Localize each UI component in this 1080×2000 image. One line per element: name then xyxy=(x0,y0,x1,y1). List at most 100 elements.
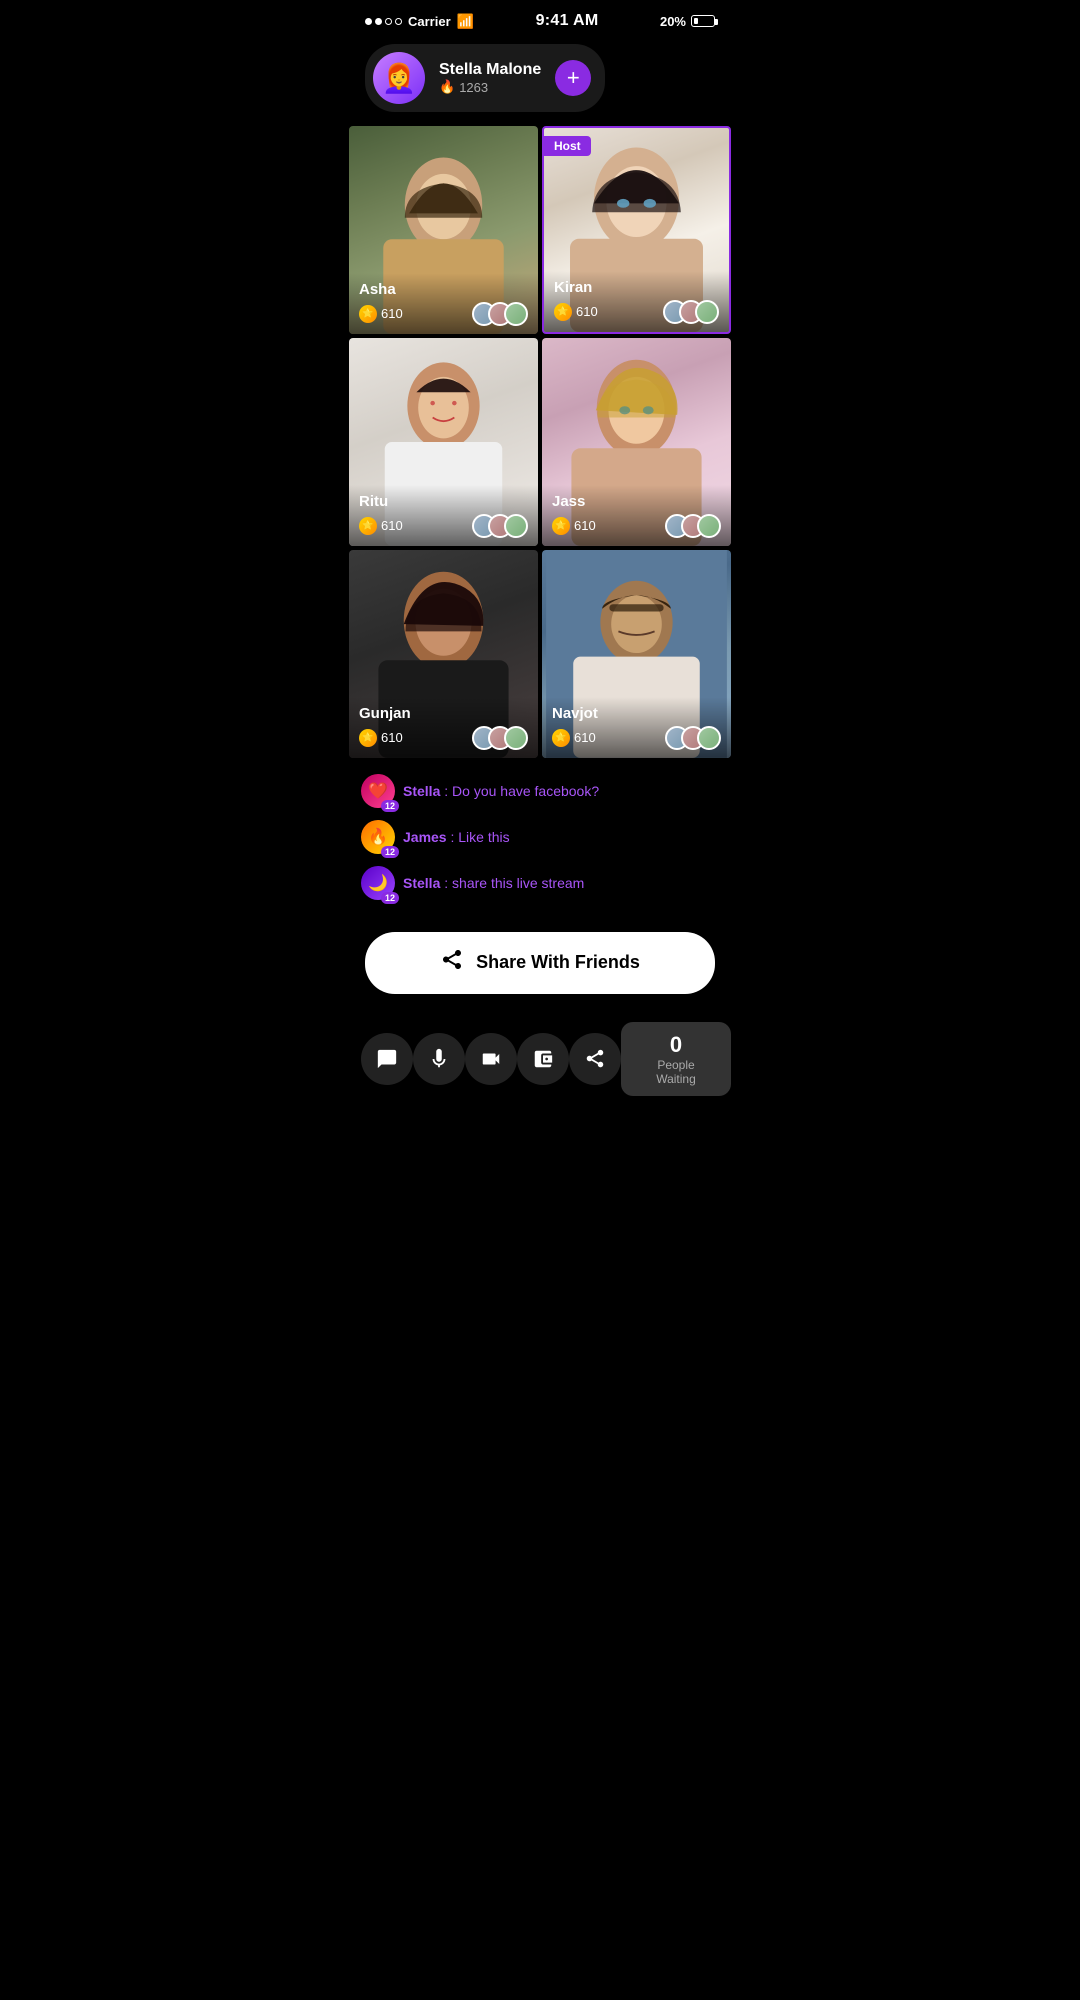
chat-message-text-1: Do you have facebook? xyxy=(452,783,599,799)
host-badge: Host xyxy=(544,136,591,156)
chat-username-2: James xyxy=(403,829,447,845)
chat-text-3: Stella : share this live stream xyxy=(403,875,584,891)
chat-avatar-wrap-3: 🌙 12 xyxy=(361,866,395,900)
chat-icon xyxy=(376,1048,398,1070)
cell-coins-asha: ⭐ 610 xyxy=(359,305,403,323)
mini-avatar-n3 xyxy=(697,726,721,750)
cell-name-asha: Asha xyxy=(359,281,528,298)
battery-percent: 20% xyxy=(660,14,686,29)
mic-nav-button[interactable] xyxy=(413,1033,465,1085)
cell-overlay-jass: Jass ⭐ 610 xyxy=(542,485,731,546)
cell-coins-ritu: ⭐ 610 xyxy=(359,517,403,535)
share-nav-circle xyxy=(569,1033,621,1085)
coin-value-gunjan: 610 xyxy=(381,730,403,745)
mic-nav-circle xyxy=(413,1033,465,1085)
cell-overlay-gunjan: Gunjan ⭐ 610 xyxy=(349,697,538,758)
cell-avatars-asha xyxy=(472,302,528,326)
chat-message-text-2: Like this xyxy=(458,829,509,845)
cell-bottom-asha: ⭐ 610 xyxy=(359,302,528,326)
mini-avatar-g3 xyxy=(504,726,528,750)
chat-username-1: Stella xyxy=(403,783,440,799)
coin-icon-ritu: ⭐ xyxy=(359,517,377,535)
video-cell-ritu[interactable]: Ritu ⭐ 610 xyxy=(349,338,538,546)
wifi-icon: 📶 xyxy=(457,13,474,30)
share-nav-icon xyxy=(584,1048,606,1070)
battery-fill xyxy=(694,18,698,24)
chat-message-1: ❤️ 12 Stella : Do you have facebook? xyxy=(361,774,719,808)
cell-avatars-ritu xyxy=(472,514,528,538)
chat-separator-3: : xyxy=(444,875,452,891)
video-cell-asha[interactable]: Asha ⭐ 610 xyxy=(349,126,538,334)
coin-value-navjot: 610 xyxy=(574,730,596,745)
share-with-friends-button[interactable]: Share With Friends xyxy=(365,932,715,994)
people-waiting-panel: 0 People Waiting xyxy=(621,1022,731,1096)
user-score: 🔥 1263 xyxy=(439,79,541,95)
video-nav-button[interactable] xyxy=(465,1033,517,1085)
cell-name-gunjan: Gunjan xyxy=(359,705,528,722)
cell-bottom-ritu: ⭐ 610 xyxy=(359,514,528,538)
video-icon xyxy=(480,1048,502,1070)
follow-button[interactable]: + xyxy=(555,60,591,96)
video-cell-kiran[interactable]: Host Kiran ⭐ 610 xyxy=(542,126,731,334)
dot-3 xyxy=(385,18,392,25)
cell-overlay-kiran: Kiran ⭐ 610 xyxy=(544,271,729,332)
people-waiting-label: People Waiting xyxy=(637,1058,715,1086)
chat-level-1: 12 xyxy=(381,800,399,812)
cell-bottom-navjot: ⭐ 610 xyxy=(552,726,721,750)
chat-message-text-3: share this live stream xyxy=(452,875,584,891)
cell-bottom-kiran: ⭐ 610 xyxy=(554,300,719,324)
user-name: Stella Malone xyxy=(439,61,541,79)
mini-avatar-3 xyxy=(504,302,528,326)
status-bar: Carrier 📶 9:41 AM 20% xyxy=(345,0,735,36)
video-grid: Asha ⭐ 610 Host xyxy=(349,126,731,758)
video-cell-jass[interactable]: Jass ⭐ 610 xyxy=(542,338,731,546)
wallet-nav-circle xyxy=(517,1033,569,1085)
coin-icon-kiran: ⭐ xyxy=(554,303,572,321)
share-button-label: Share With Friends xyxy=(476,952,640,973)
chat-nav-circle xyxy=(361,1033,413,1085)
cell-avatars-kiran xyxy=(663,300,719,324)
cell-name-jass: Jass xyxy=(552,493,721,510)
dot-4 xyxy=(395,18,402,25)
wallet-nav-button[interactable] xyxy=(517,1033,569,1085)
cell-bottom-gunjan: ⭐ 610 xyxy=(359,726,528,750)
cell-avatars-navjot xyxy=(665,726,721,750)
coin-value-kiran: 610 xyxy=(576,304,598,319)
video-cell-gunjan[interactable]: Gunjan ⭐ 610 xyxy=(349,550,538,758)
share-button-wrap: Share With Friends xyxy=(345,924,735,1010)
coin-value-jass: 610 xyxy=(574,518,596,533)
status-time: 9:41 AM xyxy=(536,12,599,30)
chat-avatar-wrap-1: ❤️ 12 xyxy=(361,774,395,808)
coin-icon-navjot: ⭐ xyxy=(552,729,570,747)
share-nav-button[interactable] xyxy=(569,1033,621,1085)
dot-2 xyxy=(375,18,382,25)
mic-icon xyxy=(428,1048,450,1070)
chat-text-1: Stella : Do you have facebook? xyxy=(403,783,599,799)
coin-icon: ⭐ xyxy=(359,305,377,323)
cell-overlay-ritu: Ritu ⭐ 610 xyxy=(349,485,538,546)
people-waiting-count: 0 xyxy=(637,1032,715,1058)
chat-avatar-wrap-2: 🔥 12 xyxy=(361,820,395,854)
chat-message-2: 🔥 12 James : Like this xyxy=(361,820,719,854)
cell-avatars-jass xyxy=(665,514,721,538)
video-cell-navjot[interactable]: Navjot ⭐ 610 xyxy=(542,550,731,758)
cell-overlay-navjot: Navjot ⭐ 610 xyxy=(542,697,731,758)
dot-1 xyxy=(365,18,372,25)
cell-coins-kiran: ⭐ 610 xyxy=(554,303,598,321)
flame-icon: 🔥 xyxy=(439,79,455,95)
score-value: 1263 xyxy=(459,80,488,95)
chat-nav-button[interactable] xyxy=(361,1033,413,1085)
chat-text-2: James : Like this xyxy=(403,829,510,845)
user-header: 👩‍🦰 Stella Malone 🔥 1263 + xyxy=(365,44,605,112)
cell-name-ritu: Ritu xyxy=(359,493,528,510)
avatar: 👩‍🦰 xyxy=(373,52,425,104)
cell-name-kiran: Kiran xyxy=(554,279,719,296)
cell-overlay-asha: Asha ⭐ 610 xyxy=(349,273,538,334)
user-info: Stella Malone 🔥 1263 xyxy=(439,61,541,95)
status-left: Carrier 📶 xyxy=(365,13,474,30)
carrier-label: Carrier xyxy=(408,14,451,29)
coin-icon-gunjan: ⭐ xyxy=(359,729,377,747)
chat-message-3: 🌙 12 Stella : share this live stream xyxy=(361,866,719,900)
chat-separator-1: : xyxy=(444,783,452,799)
share-button-icon xyxy=(440,948,464,978)
